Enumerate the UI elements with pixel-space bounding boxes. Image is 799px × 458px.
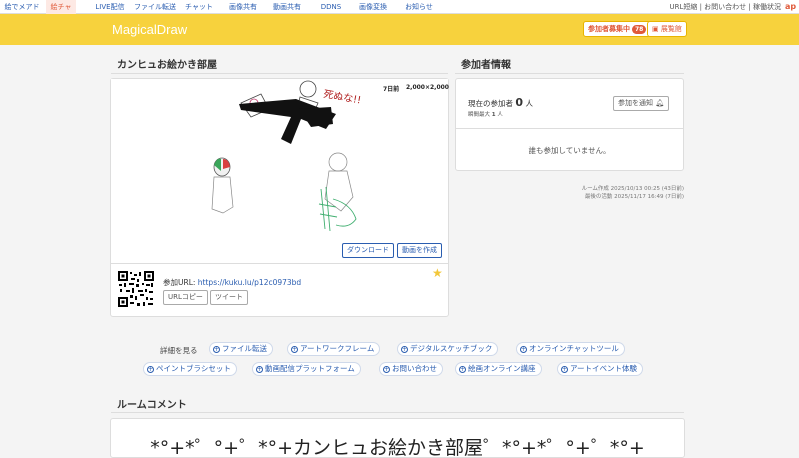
plus-icon: + [256,366,263,373]
nav-item-live[interactable]: LIVE配信 [92,0,128,14]
nav-item-file-transfer[interactable]: ファイル転送 [132,0,178,14]
bell-icon: 🔔︎ [655,99,665,107]
plus-icon: + [213,346,220,353]
participants-card [455,78,684,171]
room-last-activity: 最後の活動 2025/11/17 16:49 (7日前) [584,194,684,200]
site-logo[interactable]: ap [785,1,797,13]
nav-item-oekaki-chat[interactable]: 絵チャ [46,0,76,14]
max-participants-unit: 人 [497,112,503,118]
canvas-divider [111,263,448,264]
chip-label: ファイル転送 [222,344,267,353]
room-title: カンヒュお絵かき部屋 [117,60,217,71]
recruiting-button[interactable]: 参加者募集中 78 [583,21,652,37]
chip-painting-course[interactable]: + 絵画オンライン講座 [455,362,542,376]
gallery-label: 展覧館 [660,25,682,33]
current-participants-unit: 人 [525,99,533,108]
nav-item-image-share[interactable]: 画像共有 [226,0,260,14]
plus-icon: + [147,366,154,373]
chip-file-transfer[interactable]: + ファイル転送 [209,342,273,356]
canvas-age: 7日前 [383,86,400,93]
chip-video-platform[interactable]: + 動画配信プラットフォーム [252,362,361,376]
max-participants-count: 1 [491,112,496,118]
room-comment-title: ルームコメント [117,400,187,411]
favorite-star-icon[interactable]: ★ [432,266,443,280]
chip-online-chat-tool[interactable]: + オンラインチャットツール [516,342,625,356]
chip-art-event[interactable]: + アートイベント体験 [557,362,644,376]
chip-label: デジタルスケッチブック [410,344,493,353]
chip-label: ペイントブラシセット [156,364,231,373]
plus-icon: + [291,346,298,353]
notify-join-label: 参加を通知 [618,99,653,107]
chip-label: アートイベント体験 [570,364,638,373]
plus-icon: + [383,366,390,373]
nav-item-news[interactable]: お知らせ [402,0,436,14]
plus-icon: + [520,346,527,353]
join-url-row: 参加URL: https://kuku.lu/p12c0973bd [163,277,301,288]
chip-artwork-frame[interactable]: + アートワークフレーム [287,342,381,356]
participants-divider [456,128,683,129]
top-right-links[interactable]: URL短縮 | お問い合わせ | 稼働状況 [669,0,781,14]
current-participants-count: 0 [515,96,524,109]
nav-item-chat[interactable]: チャット [182,0,216,14]
tweet-button[interactable]: ツイート [210,290,248,305]
nav-item-image-convert[interactable]: 画像変換 [356,0,390,14]
no-participants-message: 誰も参加していません。 [528,146,611,155]
participants-title-divider [455,73,684,74]
artwork-figure-right [324,152,354,212]
nav-item-ddns[interactable]: DDNS [316,0,346,14]
artwork-text: 死ぬな!! [322,88,362,106]
chip-digital-sketchbook[interactable]: + デジタルスケッチブック [397,342,499,356]
recruiting-label: 参加者募集中 [588,25,630,33]
plus-icon: + [561,366,568,373]
room-comment-divider [111,412,684,413]
top-navigation: 絵でメアド 絵チャ LIVE配信 ファイル転送 チャット 画像共有 動画共有 D… [0,0,799,14]
plus-icon: + [401,346,408,353]
room-comment-text: *°+*゜°+゜*°+カンヒュお絵かき部屋゜*°+*゜°+゜*°+ [150,437,645,458]
create-video-button[interactable]: 動画を作成 [397,243,442,258]
qr-code [118,271,154,307]
canvas-size: 2,000×2,000 [406,84,449,91]
copy-url-button[interactable]: URLコピー [163,290,208,305]
app-header: MagicalDraw 参加者募集中 78 ▣ 展覧館 [0,14,799,45]
room-title-divider [111,73,448,74]
drawing-artwork: 死ぬな!! [211,80,362,232]
brand-title[interactable]: MagicalDraw [112,22,187,37]
join-url-link[interactable]: https://kuku.lu/p12c0973bd [198,278,301,287]
chip-label: 絵画オンライン講座 [468,364,536,373]
artwork-figure-left [211,157,234,214]
chip-label: 動画配信プラットフォーム [265,364,355,373]
details-label: 詳細を見る [160,346,198,355]
notify-join-button[interactable]: 参加を通知 🔔︎ [613,96,670,111]
chip-label: オンラインチャットツール [529,344,619,353]
max-participants: 瞬間最大 1 人 [468,110,503,118]
nav-item-email-art[interactable]: 絵でメアド [0,0,44,14]
nav-item-video-share[interactable]: 動画共有 [270,0,304,14]
chip-contact[interactable]: + お問い合わせ [379,362,443,376]
room-created-time: ルーム作成 2025/10/13 00:25 (43日前) [581,186,684,192]
chip-label: お問い合わせ [392,364,437,373]
gallery-icon: ▣ [652,25,659,33]
join-url-label: 参加URL: [163,278,196,287]
current-participants: 現在の参加者 0 人 [468,96,533,109]
max-participants-label: 瞬間最大 [468,112,491,118]
room-comment-card: *°+*゜°+゜*°+カンヒュお絵かき部屋゜*°+*゜°+゜*°+ [110,418,685,458]
current-participants-label: 現在の参加者 [468,99,513,108]
gallery-button[interactable]: ▣ 展覧館 [647,21,687,37]
recruiting-count-badge: 78 [632,25,647,34]
participants-title: 参加者情報 [461,60,511,71]
plus-icon: + [459,366,466,373]
chip-label: アートワークフレーム [300,344,375,353]
drawing-canvas-preview[interactable]: 死ぬな!! 7日前 2,000×2,000 [111,79,449,262]
download-button[interactable]: ダウンロード [342,243,394,258]
chip-paint-brush-set[interactable]: + ペイントブラシセット [143,362,237,376]
